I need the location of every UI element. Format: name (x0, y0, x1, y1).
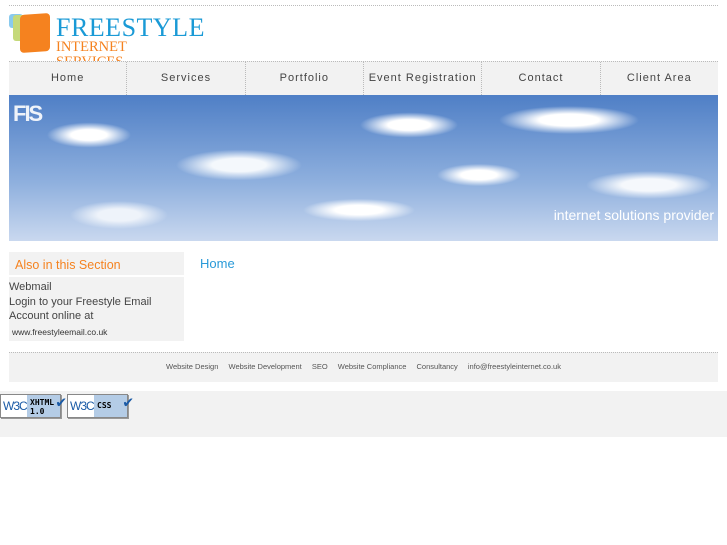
footer-email-link[interactable]: info@freestyleinternet.co.uk (468, 362, 561, 371)
nav-event-registration[interactable]: Event Registration (362, 62, 481, 95)
validation-band: W3C XHTML 1.0 ✔ W3C CSS ✔ (0, 391, 727, 437)
logo[interactable]: FREESTYLE INTERNET SERVICES (9, 12, 204, 70)
nav-home[interactable]: Home (9, 62, 126, 95)
badge-label: CSS (97, 401, 112, 410)
main-nav: Home Services Portfolio Event Registrati… (9, 61, 718, 95)
w3c-css-badge[interactable]: W3C CSS ✔ (67, 394, 133, 418)
banner-tagline: internet solutions provider (553, 207, 714, 223)
w3c-logo: W3C (3, 399, 28, 413)
footer-links: Website Design Website Development SEO W… (9, 352, 718, 382)
nav-client-area[interactable]: Client Area (599, 62, 718, 95)
logo-mark (20, 12, 50, 54)
page-title: Home (200, 256, 235, 271)
w3c-logo: W3C (70, 399, 95, 413)
banner-logo-mark: FIS (13, 101, 43, 126)
checkmark-icon: ✔ (56, 392, 66, 411)
footer-link-website-compliance[interactable]: Website Compliance (338, 362, 407, 371)
footer-link-website-design[interactable]: Website Design (166, 362, 218, 371)
sidebar: Also in this Section Webmail Login to yo… (9, 252, 184, 341)
badge-label: XHTML (30, 398, 55, 407)
checkmark-icon: ✔ (123, 392, 133, 411)
nav-services[interactable]: Services (126, 62, 244, 95)
webmail-url[interactable]: www.freestyleemail.co.uk (9, 323, 184, 337)
nav-contact[interactable]: Contact (481, 62, 599, 95)
badge-version: 1.0 (30, 407, 45, 416)
footer-link-seo[interactable]: SEO (312, 362, 328, 371)
sidebar-title: Also in this Section (9, 252, 184, 277)
top-divider (9, 5, 718, 6)
nav-portfolio[interactable]: Portfolio (244, 62, 363, 95)
footer-link-consultancy[interactable]: Consultancy (417, 362, 458, 371)
logo-title: FREESTYLE (56, 13, 205, 42)
webmail-description: Login to your Freestyle Email Account on… (9, 296, 152, 322)
footer-link-website-development[interactable]: Website Development (229, 362, 302, 371)
hero-banner: FIS internet solutions provider (9, 95, 718, 241)
w3c-xhtml-badge[interactable]: W3C XHTML 1.0 ✔ (0, 394, 66, 418)
webmail-link[interactable]: Webmail (9, 277, 184, 294)
